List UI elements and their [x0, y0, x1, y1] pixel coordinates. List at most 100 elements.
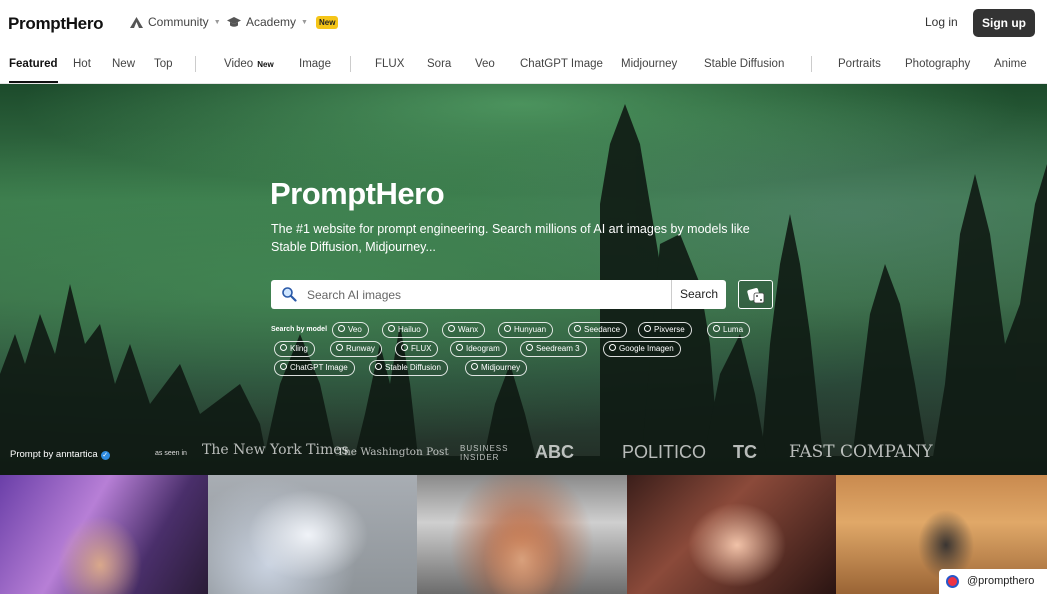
press-logo-business-insider: BUSINESS INSIDER: [460, 444, 509, 462]
model-chip[interactable]: Luma: [707, 322, 751, 338]
model-chip-label: Wanx: [458, 325, 479, 334]
model-chip[interactable]: Pixverse: [638, 322, 692, 338]
model-chip[interactable]: Ideogram: [450, 341, 507, 357]
tab-video-label: Video: [224, 58, 254, 70]
tab-photography[interactable]: Photography: [905, 58, 970, 70]
search-icon: [280, 363, 287, 370]
model-chip-label: Luma: [723, 325, 744, 334]
academy-menu[interactable]: Academy ▼ New: [227, 15, 339, 29]
press-logo-techcrunch: TC: [733, 442, 757, 462]
new-badge: New: [315, 15, 339, 29]
model-chip-label: Seedance: [584, 325, 621, 334]
divider: [811, 56, 812, 72]
search-icon: [574, 325, 581, 332]
search-icon: [401, 344, 408, 351]
model-chip-label: Ideogram: [466, 344, 500, 353]
model-chip[interactable]: Veo: [332, 322, 369, 338]
model-chip-label: ChatGPT Image: [290, 363, 348, 372]
chevron-down-icon: ▼: [301, 18, 308, 26]
tab-portraits[interactable]: Portraits: [838, 58, 881, 70]
community-label: Community: [148, 15, 209, 29]
press-logo-fast-company: FAST COMPANY: [789, 442, 933, 462]
community-menu[interactable]: Community ▼: [130, 15, 221, 29]
divider: [350, 56, 351, 72]
search-icon: [644, 325, 651, 332]
new-badge: New: [257, 60, 274, 69]
divider: [195, 56, 196, 72]
model-chip-label: Pixverse: [654, 325, 685, 334]
search-icon: [713, 325, 720, 332]
tab-featured[interactable]: Featured: [9, 58, 58, 83]
press-logo-politico: POLITICO: [622, 442, 707, 462]
model-chip[interactable]: Runway: [330, 341, 382, 357]
tab-new[interactable]: New: [112, 58, 135, 70]
search-icon: [338, 325, 345, 332]
hero-subtitle: The #1 website for prompt engineering. S…: [271, 222, 750, 254]
search-icon: [504, 325, 511, 332]
hero-title: PromptHero: [270, 176, 445, 211]
dice-icon: [747, 288, 765, 304]
model-chip[interactable]: FLUX: [395, 341, 439, 357]
academy-label: Academy: [246, 15, 297, 29]
tab-midjourney[interactable]: Midjourney: [621, 58, 677, 70]
search-input[interactable]: [307, 280, 667, 309]
model-chip[interactable]: Google Imagen: [603, 341, 681, 357]
search-icon: [280, 344, 287, 351]
gallery-image[interactable]: [417, 475, 627, 594]
random-dice-button[interactable]: [738, 280, 773, 309]
model-chip-label: FLUX: [411, 344, 432, 353]
tab-stable-diffusion[interactable]: Stable Diffusion: [704, 58, 784, 70]
model-chip-label: Seedream 3: [536, 344, 580, 353]
gallery-image[interactable]: [627, 475, 836, 594]
tab-image[interactable]: Image: [299, 58, 331, 70]
as-seen-in-label: as seen in: [155, 450, 187, 457]
prompt-credit-label: Prompt by anntartica: [10, 449, 98, 460]
tab-anime[interactable]: Anime: [994, 58, 1027, 70]
model-chip[interactable]: Hailuo: [382, 322, 428, 338]
model-chip-label: Veo: [348, 325, 362, 334]
press-logo-nyt: The New York Times: [202, 442, 349, 458]
search-icon: [471, 363, 478, 370]
model-chip[interactable]: Kling: [274, 341, 315, 357]
model-chip-label: Hunyuan: [514, 325, 547, 334]
search-icon: [609, 344, 616, 351]
tab-sora[interactable]: Sora: [427, 58, 451, 70]
gallery-image[interactable]: [208, 475, 417, 594]
model-chip[interactable]: Wanx: [442, 322, 486, 338]
signup-button[interactable]: Sign up: [973, 9, 1035, 37]
press-logo-abc: ABC: [535, 442, 574, 462]
model-chip-label: Kling: [290, 344, 308, 353]
tab-chatgpt-image[interactable]: ChatGPT Image: [520, 58, 603, 70]
tab-top[interactable]: Top: [154, 58, 173, 70]
prompt-credit[interactable]: Prompt by anntartica ✓: [10, 449, 110, 460]
tab-video[interactable]: Video New: [224, 58, 274, 70]
model-chip-label: Stable Diffusion: [385, 363, 441, 372]
image-gallery: [0, 475, 1047, 594]
search-icon: [526, 344, 533, 351]
model-chip[interactable]: Seedream 3: [520, 341, 587, 357]
model-chip[interactable]: Seedance: [568, 322, 628, 338]
model-chip[interactable]: Stable Diffusion: [369, 360, 448, 376]
search-icon: [375, 363, 382, 370]
search-by-model-label: Search by model: [271, 326, 328, 333]
category-tabs: Featured Hot New Top Video New Image FLUX…: [0, 46, 1047, 84]
search-bar: [271, 280, 671, 309]
avatar: [946, 575, 959, 588]
model-chip-label: Google Imagen: [619, 344, 674, 353]
tab-flux[interactable]: FLUX: [375, 58, 404, 70]
search-button[interactable]: Search: [671, 280, 726, 309]
gallery-image[interactable]: [0, 475, 208, 594]
top-header: PromptHero Community ▼ Academy ▼ New Log…: [0, 0, 1047, 46]
login-link[interactable]: Log in: [925, 15, 958, 29]
tab-hot[interactable]: Hot: [73, 58, 91, 70]
search-icon: [388, 325, 395, 332]
model-chip[interactable]: Midjourney: [465, 360, 528, 376]
hero-banner: PromptHero The #1 website for prompt eng…: [0, 84, 1047, 475]
model-chip[interactable]: ChatGPT Image: [274, 360, 355, 376]
prompthero-handle-badge[interactable]: @prompthero: [939, 569, 1047, 594]
site-logo[interactable]: PromptHero: [8, 14, 104, 34]
model-chip[interactable]: Hunyuan: [498, 322, 554, 338]
community-icon: [130, 16, 143, 28]
handle-label: @prompthero: [967, 575, 1035, 587]
tab-veo[interactable]: Veo: [475, 58, 495, 70]
